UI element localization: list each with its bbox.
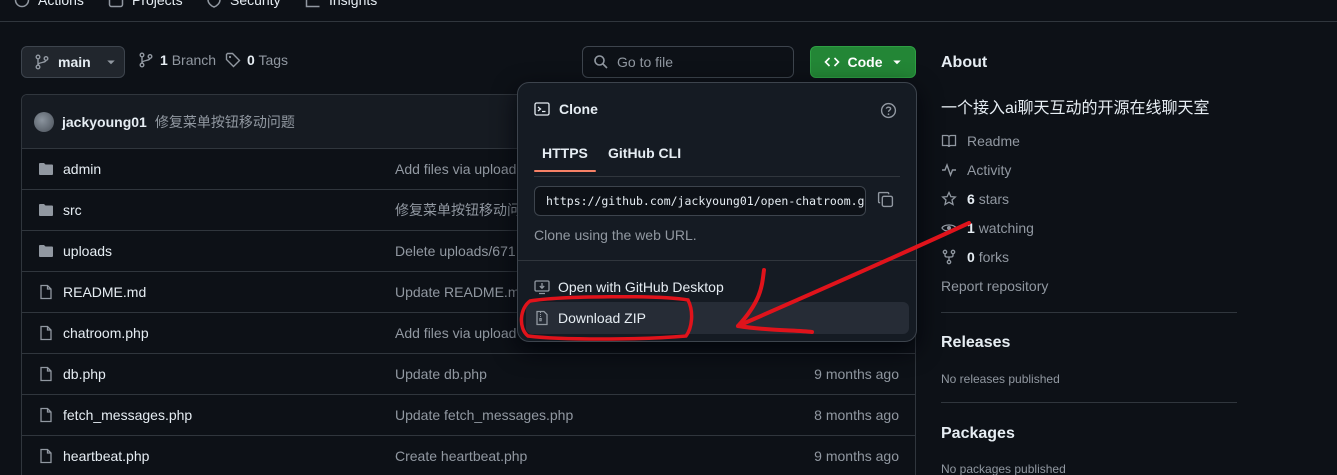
clone-header: Clone <box>534 101 598 117</box>
file-commit-message[interactable]: Update db.php <box>395 366 487 382</box>
tab-actions[interactable]: Actions <box>14 0 84 8</box>
activity-link[interactable]: Activity <box>941 162 1011 178</box>
search-placeholder: Go to file <box>617 54 674 70</box>
divider <box>518 260 916 261</box>
forks-link[interactable]: 0 forks <box>941 249 1009 265</box>
desktop-download-icon <box>534 280 550 295</box>
tab-https[interactable]: HTTPS <box>534 145 596 172</box>
tab-security[interactable]: Security <box>206 0 281 8</box>
branches-link[interactable]: 1 Branch <box>138 52 216 68</box>
copy-icon[interactable] <box>877 191 894 208</box>
branch-count: 1 <box>160 52 168 68</box>
code-button[interactable]: Code <box>810 46 916 78</box>
report-repository-link[interactable]: Report repository <box>941 278 1048 294</box>
folder-icon <box>39 245 53 257</box>
file-commit-date: 9 months ago <box>814 448 899 464</box>
eye-icon <box>941 224 957 232</box>
file-commit-date: 9 months ago <box>814 366 899 382</box>
repo-nav: Actions Projects Security Insights <box>0 0 1337 22</box>
code-button-label: Code <box>847 54 883 70</box>
file-commit-date: 8 months ago <box>814 407 899 423</box>
file-commit-message[interactable]: Update README.md <box>395 284 527 300</box>
file-name[interactable]: admin <box>63 161 101 177</box>
avatar[interactable] <box>34 111 54 132</box>
tags-link[interactable]: 0 Tags <box>225 52 288 68</box>
open-with-desktop-button[interactable]: Open with GitHub Desktop <box>526 271 909 303</box>
file-commit-message[interactable]: Delete uploads/671 <box>395 243 516 259</box>
tag-icon <box>225 52 241 68</box>
readme-link[interactable]: Readme <box>941 133 1020 149</box>
terminal-icon <box>534 102 550 116</box>
watchers-link[interactable]: 1 watching <box>941 220 1034 236</box>
divider <box>941 312 1237 313</box>
graph-icon <box>305 0 320 8</box>
code-icon <box>823 57 840 67</box>
commit-message[interactable]: 修复菜单按钮移动问题 <box>155 112 295 132</box>
file-name[interactable]: uploads <box>63 243 112 259</box>
file-icon <box>40 284 52 300</box>
file-row[interactable]: heartbeat.php Create heartbeat.php 9 month… <box>22 436 915 475</box>
book-icon <box>941 134 957 148</box>
file-row[interactable]: fetch_messages.php Update fetch_messages.… <box>22 395 915 436</box>
git-branch-icon <box>139 52 153 68</box>
repo-description: 一个接入ai聊天互动的开源在线聊天室 <box>941 100 1210 117</box>
file-commit-message[interactable]: 修复菜单按钮移动问 <box>395 200 521 220</box>
tag-count: 0 <box>247 52 255 68</box>
file-commit-message[interactable]: Update fetch_messages.php <box>395 407 573 423</box>
releases-empty: No releases published <box>941 372 1060 386</box>
branch-select-button[interactable]: main <box>21 46 125 78</box>
folder-icon <box>39 163 53 175</box>
file-name[interactable]: db.php <box>63 366 106 382</box>
repo-forked-icon <box>942 249 956 265</box>
table-icon <box>108 0 124 8</box>
file-zip-icon <box>536 310 548 326</box>
file-icon <box>40 325 52 341</box>
tab-github-cli[interactable]: GitHub CLI <box>608 145 681 161</box>
tag-label: Tags <box>258 52 289 68</box>
tab-projects[interactable]: Projects <box>108 0 183 8</box>
caret-down-icon <box>106 60 115 65</box>
about-title: About <box>941 54 988 71</box>
file-commit-message[interactable]: Add files via upload <box>395 325 516 341</box>
help-icon[interactable] <box>880 102 897 119</box>
packages-title[interactable]: Packages <box>941 425 1015 443</box>
clone-tabs: HTTPS GitHub CLI <box>534 139 900 177</box>
download-zip-button[interactable]: Download ZIP <box>526 302 909 334</box>
branch-name: main <box>58 54 91 70</box>
clone-dropdown: Clone HTTPS GitHub CLI https://github.co… <box>517 82 917 342</box>
tab-insights[interactable]: Insights <box>305 0 377 8</box>
file-row[interactable]: db.php Update db.php 9 months ago <box>22 354 915 395</box>
shield-icon <box>207 0 221 8</box>
commit-author[interactable]: jackyoung01 <box>62 114 147 130</box>
caret-down-icon <box>892 60 901 65</box>
file-name[interactable]: heartbeat.php <box>63 448 149 464</box>
file-commit-message[interactable]: Add files via upload <box>395 161 516 177</box>
releases-title[interactable]: Releases <box>941 334 1010 352</box>
divider <box>941 402 1237 403</box>
go-to-file-input[interactable]: Go to file <box>582 46 794 78</box>
folder-icon <box>39 204 53 216</box>
clone-hint: Clone using the web URL. <box>534 227 697 243</box>
clone-url-input[interactable]: https://github.com/jackyoung01/open-chat… <box>534 186 866 216</box>
file-name[interactable]: fetch_messages.php <box>63 407 192 423</box>
branch-label: Branch <box>171 52 217 68</box>
file-icon <box>40 366 52 382</box>
packages-empty: No packages published <box>941 462 1066 475</box>
play-circle-icon <box>14 0 30 8</box>
pulse-icon <box>942 163 956 177</box>
file-name[interactable]: chatroom.php <box>63 325 149 341</box>
stars-link[interactable]: 6 stars <box>941 191 1009 207</box>
file-name[interactable]: src <box>63 202 82 218</box>
file-name[interactable]: README.md <box>63 284 146 300</box>
file-icon <box>40 448 52 464</box>
git-branch-icon <box>35 54 49 70</box>
file-icon <box>40 407 52 423</box>
search-icon <box>594 55 608 69</box>
file-commit-message[interactable]: Create heartbeat.php <box>395 448 527 464</box>
star-icon <box>941 191 957 206</box>
clone-title: Clone <box>559 101 598 117</box>
